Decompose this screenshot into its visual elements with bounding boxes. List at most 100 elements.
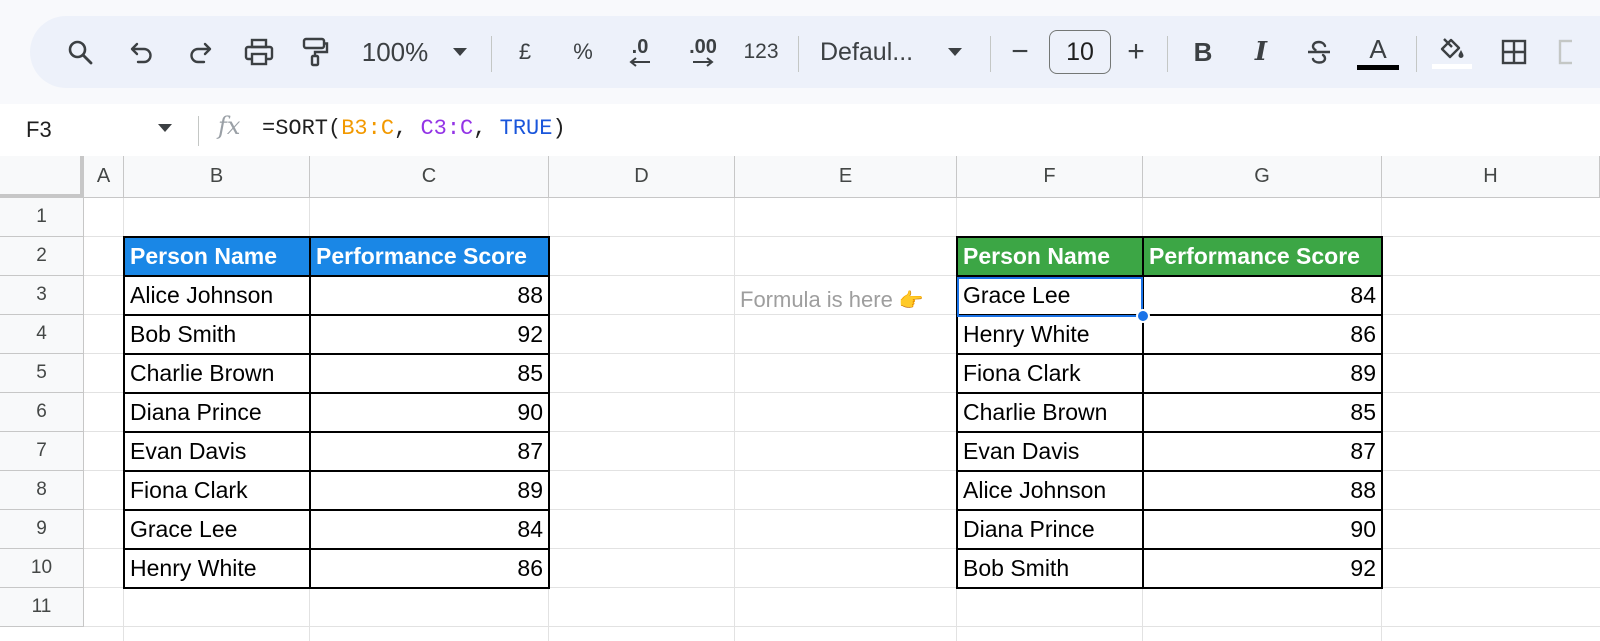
source-name-cell[interactable]: Henry White	[124, 549, 310, 588]
sorted-score-cell[interactable]: 89	[1143, 354, 1382, 393]
bold-button[interactable]: B	[1188, 16, 1218, 88]
row-header-8[interactable]: 8	[0, 471, 84, 510]
active-cell-selection[interactable]	[957, 277, 1143, 317]
percent-format-button[interactable]: %	[568, 16, 598, 88]
source-header-score[interactable]: Performance Score	[310, 237, 549, 276]
undo-icon[interactable]	[122, 16, 162, 88]
row-header-2[interactable]: 2	[0, 237, 84, 276]
borders-icon[interactable]	[1496, 16, 1532, 88]
row-header-6[interactable]: 6	[0, 393, 84, 432]
text-color-icon: A	[1369, 34, 1387, 64]
row-header-1[interactable]: 1	[0, 198, 84, 237]
italic-button[interactable]: I	[1246, 16, 1276, 88]
zoom-dropdown-icon[interactable]	[448, 16, 472, 88]
source-score-cell[interactable]: 92	[310, 315, 549, 354]
sorted-score-cell[interactable]: 92	[1143, 549, 1382, 588]
sorted-name-cell[interactable]: Fiona Clark	[957, 354, 1143, 393]
row-header-5[interactable]: 5	[0, 354, 84, 393]
sorted-name-cell[interactable]: Charlie Brown	[957, 393, 1143, 432]
sorted-score-cell[interactable]: 84	[1143, 276, 1382, 315]
formula-range-b: B3:C	[341, 116, 395, 141]
sorted-name-cell[interactable]: Diana Prince	[957, 510, 1143, 549]
number-format-button[interactable]: 123	[738, 16, 784, 88]
formula-input[interactable]: =SORT(B3:C, C3:C, TRUE)	[262, 116, 566, 141]
name-box[interactable]: F3	[26, 104, 52, 156]
decrease-decimal-button[interactable]: .0	[620, 16, 660, 88]
column-header-e[interactable]: E	[735, 156, 957, 198]
fill-color-button[interactable]	[1430, 16, 1474, 88]
font-family-select[interactable]: Defaul...	[820, 16, 930, 88]
sorted-score-cell[interactable]: 90	[1143, 510, 1382, 549]
select-all-corner[interactable]	[0, 156, 84, 198]
print-icon[interactable]	[237, 16, 281, 88]
sorted-table-border	[956, 392, 1383, 394]
toolbar-divider	[990, 36, 991, 72]
column-header-g[interactable]: G	[1143, 156, 1382, 198]
column-header-b[interactable]: B	[124, 156, 310, 198]
sorted-score-cell[interactable]: 86	[1143, 315, 1382, 354]
source-name-cell[interactable]: Evan Davis	[124, 432, 310, 471]
currency-format-button[interactable]: £	[510, 16, 540, 88]
paint-bucket-icon	[1440, 37, 1464, 58]
source-name-cell[interactable]: Charlie Brown	[124, 354, 310, 393]
formula-bar-divider	[198, 116, 199, 146]
source-score-cell[interactable]: 85	[310, 354, 549, 393]
sorted-header-name[interactable]: Person Name	[957, 237, 1143, 276]
increase-font-size-button[interactable]: +	[1124, 16, 1148, 88]
merge-cells-icon[interactable]	[1558, 16, 1588, 88]
column-header-c[interactable]: C	[310, 156, 549, 198]
sorted-name-cell[interactable]: Henry White	[957, 315, 1143, 354]
source-name-cell[interactable]: Grace Lee	[124, 510, 310, 549]
formula-comma: ,	[394, 116, 421, 141]
sorted-name-cell[interactable]: Alice Johnson	[957, 471, 1143, 510]
column-header-a[interactable]: A	[84, 156, 124, 198]
increase-decimal-button[interactable]: .00	[680, 16, 726, 88]
source-table-border	[123, 509, 550, 511]
row-header-4[interactable]: 4	[0, 315, 84, 354]
formula-prefix: =SORT(	[262, 116, 342, 141]
decrease-font-size-button[interactable]: −	[1008, 16, 1032, 88]
source-score-cell[interactable]: 90	[310, 393, 549, 432]
row-header-10[interactable]: 10	[0, 549, 84, 588]
source-name-cell[interactable]: Diana Prince	[124, 393, 310, 432]
sorted-name-cell[interactable]: Bob Smith	[957, 549, 1143, 588]
toolbar-area: 100% £ % .0 .00 123 Defaul... − 10 + B I	[0, 0, 1600, 104]
source-score-cell[interactable]: 89	[310, 471, 549, 510]
row-header-11[interactable]: 11	[0, 588, 84, 627]
row-header-3[interactable]: 3	[0, 276, 84, 315]
sorted-header-score[interactable]: Performance Score	[1143, 237, 1382, 276]
row-header-7[interactable]: 7	[0, 432, 84, 471]
sorted-score-cell[interactable]: 88	[1143, 471, 1382, 510]
font-size-input[interactable]: 10	[1049, 30, 1111, 74]
source-score-cell[interactable]: 87	[310, 432, 549, 471]
arrow-left-icon	[629, 57, 650, 67]
column-header-h[interactable]: H	[1382, 156, 1600, 198]
redo-icon[interactable]	[180, 16, 220, 88]
formula-suffix: )	[552, 116, 566, 141]
fill-handle[interactable]	[1136, 309, 1150, 323]
name-box-dropdown-icon[interactable]	[158, 124, 172, 132]
source-score-cell[interactable]: 88	[310, 276, 549, 315]
sorted-score-cell[interactable]: 87	[1143, 432, 1382, 471]
gridline	[84, 626, 1600, 627]
source-name-cell[interactable]: Bob Smith	[124, 315, 310, 354]
increase-decimal-label: .00	[689, 36, 717, 58]
source-header-name[interactable]: Person Name	[124, 237, 310, 276]
font-dropdown-icon[interactable]	[943, 16, 967, 88]
source-score-cell[interactable]: 84	[310, 510, 549, 549]
zoom-value[interactable]: 100%	[352, 16, 438, 88]
strikethrough-icon[interactable]	[1302, 16, 1336, 88]
sorted-score-cell[interactable]: 85	[1143, 393, 1382, 432]
sorted-name-cell[interactable]: Evan Davis	[957, 432, 1143, 471]
text-color-button[interactable]: A	[1356, 16, 1400, 88]
source-name-cell[interactable]: Alice Johnson	[124, 276, 310, 315]
column-header-f[interactable]: F	[957, 156, 1143, 198]
paint-format-icon[interactable]	[295, 16, 335, 88]
sorted-table-border	[956, 548, 1383, 550]
source-name-cell[interactable]: Fiona Clark	[124, 471, 310, 510]
search-icon[interactable]	[60, 16, 100, 88]
formula-note[interactable]: Formula is here 👉	[740, 285, 924, 315]
source-score-cell[interactable]: 86	[310, 549, 549, 588]
column-header-d[interactable]: D	[549, 156, 735, 198]
row-header-9[interactable]: 9	[0, 510, 84, 549]
